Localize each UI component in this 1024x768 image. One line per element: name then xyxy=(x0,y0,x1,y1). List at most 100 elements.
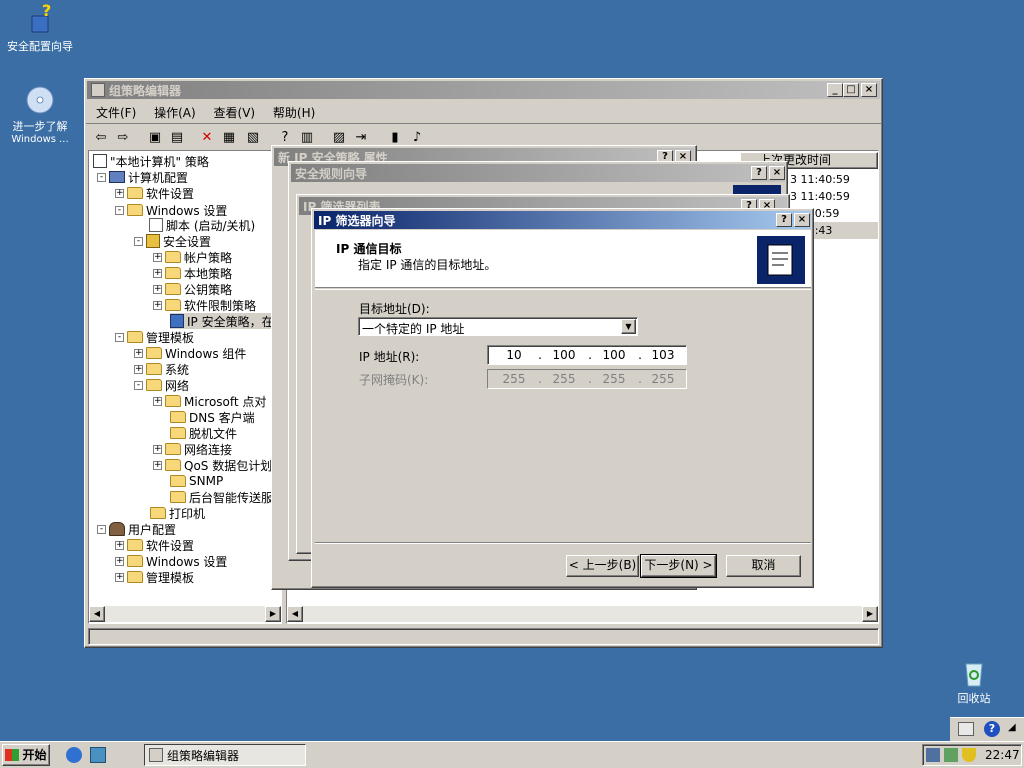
desktop-icon-label-2: Windows ... xyxy=(11,134,69,145)
shield-icon[interactable] xyxy=(962,748,976,762)
ip-address-input[interactable]: 10 . 100 . 100 . 103 xyxy=(487,345,687,365)
new-icon[interactable]: ▨ xyxy=(330,130,348,146)
rule-wizard-title-bar[interactable]: 安全规则向导 xyxy=(291,164,785,182)
user-config-icon xyxy=(109,522,125,536)
tree-item[interactable]: 打印机 xyxy=(150,505,205,521)
folder-icon xyxy=(165,251,181,263)
wizard-help-button[interactable]: ? xyxy=(776,213,792,227)
show-tree-icon[interactable]: ▤ xyxy=(168,130,186,146)
close-caption-button[interactable]: × xyxy=(769,166,785,180)
tree-item[interactable]: + 软件设置 xyxy=(115,185,194,201)
tree-item[interactable]: 脚本 (启动/关机) xyxy=(149,217,255,233)
close-button[interactable]: × xyxy=(861,83,877,97)
security-icon xyxy=(146,234,160,248)
tree-item[interactable]: + 网络连接 xyxy=(153,441,232,457)
tree-item[interactable]: DNS 客户端 xyxy=(170,409,255,425)
cancel-button[interactable]: 取消 xyxy=(726,555,801,577)
security-wizard-desktop-icon[interactable]: ? 安全配置向导 xyxy=(0,1,80,54)
wizard-close-button[interactable]: × xyxy=(794,213,810,227)
tree-item[interactable]: + 帐户策略 xyxy=(153,249,232,265)
up-folder-icon[interactable]: ▣ xyxy=(146,130,164,146)
tree-item[interactable]: - 安全设置 xyxy=(134,233,211,249)
main-title-bar[interactable]: 组策略编辑器 xyxy=(87,81,880,99)
wizard-title: IP 筛选器向导 xyxy=(318,213,396,228)
wizard-logo-icon xyxy=(757,236,805,284)
recycle-bin-icon xyxy=(958,656,990,688)
wizard-subheading: 指定 IP 通信的目标地址。 xyxy=(358,258,497,272)
recycle-bin-desktop-icon[interactable]: 回收站 xyxy=(934,656,1014,706)
menu-view[interactable]: 查看(V) xyxy=(214,106,256,120)
tool-icon-a[interactable]: ▮ xyxy=(386,130,404,146)
destination-value: 一个特定的 IP 地址 xyxy=(362,322,465,336)
computer-icon xyxy=(109,171,125,183)
connection-icon[interactable] xyxy=(944,748,958,762)
tree-item[interactable]: + QoS 数据包计划 xyxy=(153,457,272,473)
tree-item[interactable]: + Microsoft 点对 xyxy=(153,393,266,409)
tree-item[interactable]: - 用户配置 xyxy=(97,521,176,537)
forward-icon[interactable]: ⇨ xyxy=(114,130,132,146)
desktop-icon-label: 回收站 xyxy=(957,692,991,705)
mask-octet-3: 255 xyxy=(602,372,626,386)
help-icon[interactable]: ? xyxy=(276,130,294,146)
ip-octet-2[interactable]: 100 xyxy=(544,348,584,362)
tree-item[interactable]: + 软件设置 xyxy=(115,537,194,553)
list-time: 3 11:40:59 xyxy=(790,190,850,203)
help-tray-icon[interactable]: ? xyxy=(984,721,1000,737)
delete-icon[interactable]: ✕ xyxy=(198,130,216,146)
gpedit-icon xyxy=(149,748,163,762)
tree-item[interactable]: - 管理模板 xyxy=(115,329,194,345)
chevron-down-icon[interactable]: ▼ xyxy=(621,319,636,334)
taskbar-button-gpedit[interactable]: 组策略编辑器 xyxy=(144,744,306,766)
next-button[interactable]: 下一步(N) > xyxy=(640,554,717,578)
windows-logo-icon xyxy=(5,749,20,761)
desktop-icon-label: 安全配置向导 xyxy=(7,40,73,53)
folder-icon xyxy=(127,187,143,199)
start-button[interactable]: 开始 xyxy=(2,744,50,766)
menu-action[interactable]: 操作(A) xyxy=(154,106,196,120)
tree-item[interactable]: - 网络 xyxy=(134,377,189,393)
tree-hscrollbar[interactable]: ◀ ▶ xyxy=(89,606,281,622)
tree-item[interactable]: + 系统 xyxy=(134,361,189,377)
internet-explorer-icon[interactable] xyxy=(66,747,82,763)
tree-item[interactable]: + 本地策略 xyxy=(153,265,232,281)
options-icon[interactable]: ◢ xyxy=(1008,722,1016,733)
export-icon[interactable]: ▧ xyxy=(244,130,262,146)
tree-item[interactable]: - 计算机配置 xyxy=(97,169,188,185)
wizard-title-bar[interactable]: IP 筛选器向导 xyxy=(314,211,811,229)
folder-icon xyxy=(127,571,143,583)
keyboard-icon[interactable] xyxy=(958,722,974,736)
ip-octet-1[interactable]: 10 xyxy=(494,348,534,362)
tree-item[interactable]: "本地计算机" 策略 xyxy=(93,153,209,169)
tree-item-selected[interactable]: IP 安全策略，在 xyxy=(170,313,278,329)
help-caption-button[interactable]: ? xyxy=(751,166,767,180)
tree-item[interactable]: + 管理模板 xyxy=(115,569,194,585)
folder-icon xyxy=(165,395,181,407)
tree-item[interactable]: + Windows 设置 xyxy=(115,553,227,569)
menu-file[interactable]: 文件(F) xyxy=(96,106,136,120)
tree-item[interactable]: 后台智能传送服 xyxy=(170,489,273,505)
tree-item[interactable]: SNMP xyxy=(170,473,223,489)
status-bar xyxy=(88,628,879,645)
tree-item[interactable]: 脱机文件 xyxy=(170,425,237,441)
gpedit-icon xyxy=(91,83,105,97)
minimize-button[interactable]: _ xyxy=(827,83,843,97)
ip-octet-4[interactable]: 103 xyxy=(643,348,683,362)
quick-launch-icon[interactable] xyxy=(90,747,106,763)
network-icon[interactable] xyxy=(926,748,940,762)
assign-icon[interactable]: ⇥ xyxy=(352,130,370,146)
ip-octet-3[interactable]: 100 xyxy=(594,348,634,362)
learn-windows-desktop-icon[interactable]: 进一步了解 Windows ... xyxy=(0,84,80,145)
maximize-button[interactable]: □ xyxy=(843,83,859,97)
properties-icon[interactable]: ▦ xyxy=(220,130,238,146)
destination-select[interactable]: 一个特定的 IP 地址 ▼ xyxy=(358,317,638,336)
tree-item[interactable]: + 软件限制策略 xyxy=(153,297,256,313)
back-button[interactable]: < 上一步(B) xyxy=(566,555,639,577)
list-hscrollbar[interactable]: ◀ ▶ xyxy=(287,606,878,622)
menu-help[interactable]: 帮助(H) xyxy=(273,106,315,120)
console-icon[interactable]: ▥ xyxy=(298,130,316,146)
tree-item[interactable]: + 公钥策略 xyxy=(153,281,232,297)
back-icon[interactable]: ⇦ xyxy=(92,130,110,146)
tool-icon-b[interactable]: ♪ xyxy=(408,130,426,146)
tree-item[interactable]: + Windows 组件 xyxy=(134,345,246,361)
scroll-right-icon: ▶ xyxy=(862,606,878,622)
